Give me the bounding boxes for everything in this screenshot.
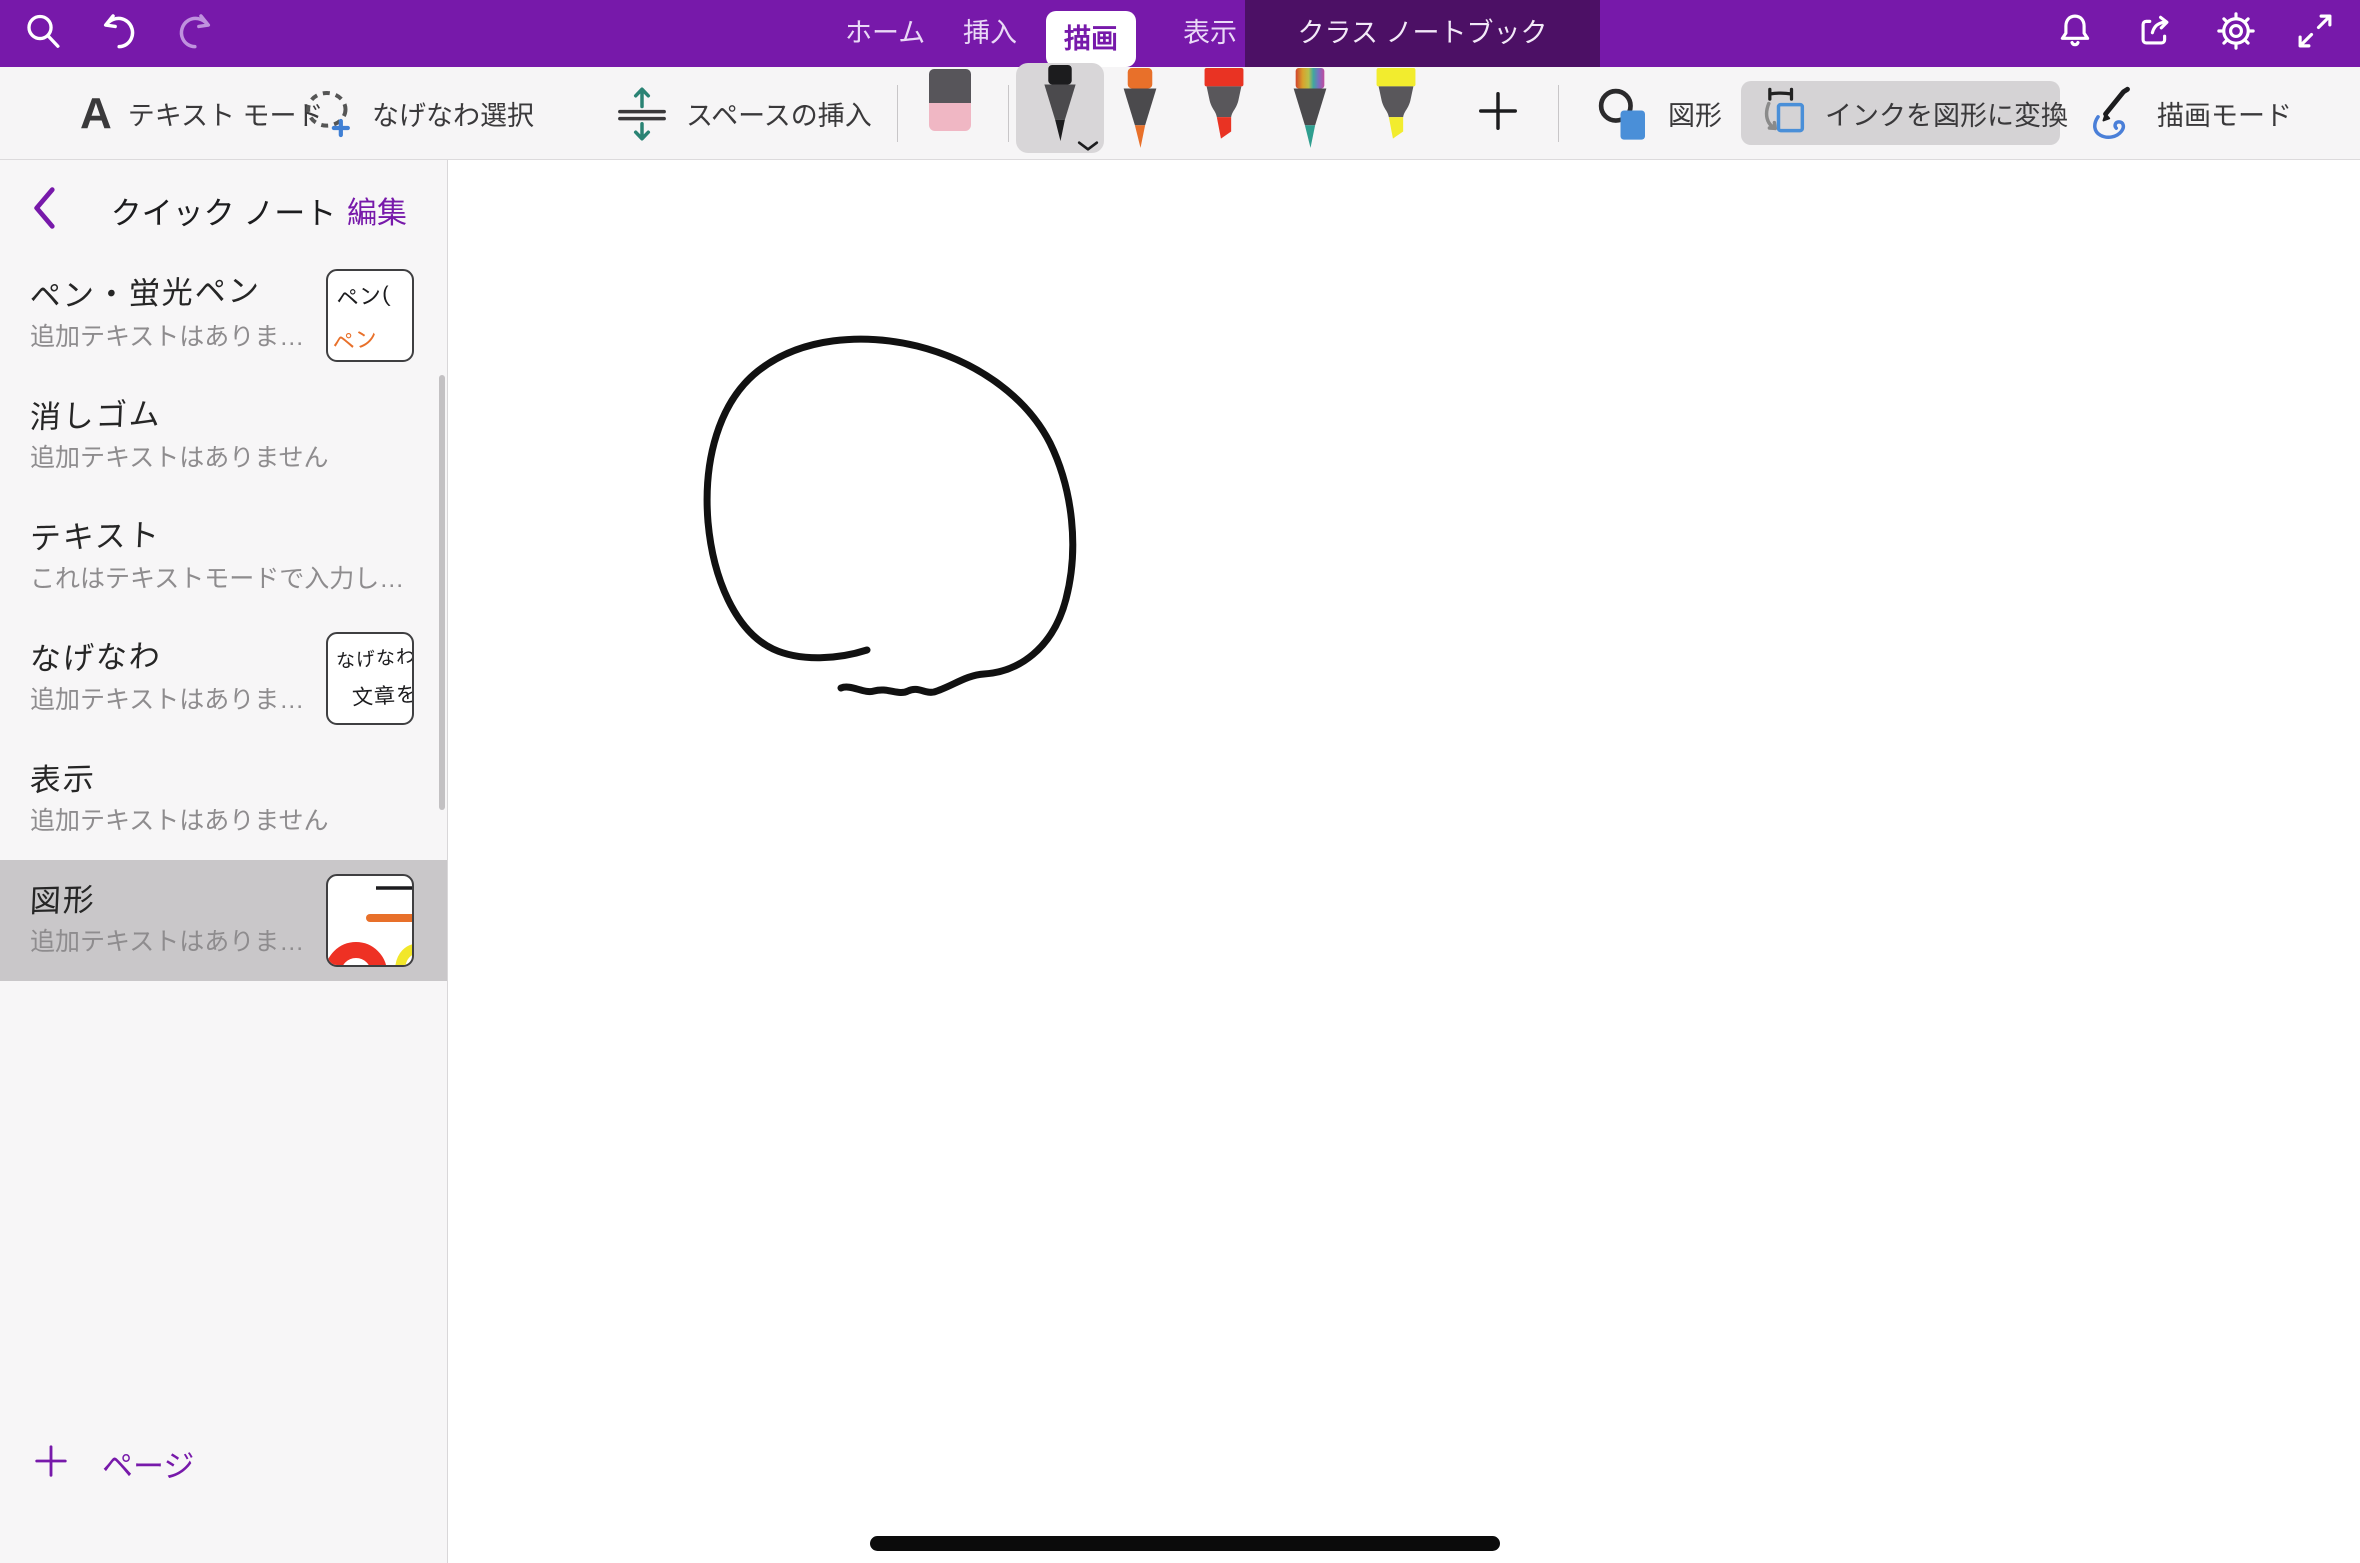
pen-rainbow[interactable] <box>1282 68 1338 156</box>
page-thumbnail: ペン( ペン <box>326 269 414 362</box>
lasso-icon <box>300 86 356 142</box>
search-icon <box>22 10 64 57</box>
eraser-tool[interactable] <box>929 69 971 131</box>
page-title: 表示 <box>29 753 97 800</box>
thumb-ink-text: ペン <box>330 320 380 358</box>
expand-icon <box>2294 10 2336 57</box>
page-item-pen-highlighter[interactable]: ペン・蛍光ペン 追加テキストはありま… ペン( ペン <box>0 255 447 376</box>
toolbar-separator <box>897 85 898 142</box>
page-title: 図形 <box>29 874 97 921</box>
note-canvas[interactable] <box>449 161 2360 1563</box>
page-title: ペン・蛍光ペン <box>29 265 262 316</box>
toolbar-separator <box>1008 85 1009 142</box>
page-thumbnail <box>326 874 414 967</box>
text-mode-button[interactable]: A テキスト モード <box>80 67 323 160</box>
page-title: なげなわ <box>29 631 163 680</box>
text-mode-label: テキスト モード <box>128 94 324 133</box>
sidebar-header: クイック ノート 編集 <box>0 160 447 255</box>
chevron-down-icon <box>1077 139 1099 151</box>
plus-icon <box>32 1442 70 1485</box>
page-thumbnail: なげなわ 文章を <box>326 632 414 725</box>
insert-space-button[interactable]: スペースの挿入 <box>614 67 872 160</box>
add-pen-button[interactable] <box>1468 67 1528 160</box>
shapes-label: 図形 <box>1668 94 1722 133</box>
draw-mode-icon <box>2085 86 2141 142</box>
eraser-body <box>929 103 971 131</box>
tab-home[interactable]: ホーム <box>845 0 925 67</box>
redo-button[interactable] <box>172 10 218 56</box>
convert-ink-label: インクを図形に変換 <box>1825 94 2068 133</box>
thumb-ink-text: ペン( <box>334 276 391 314</box>
page-list-sidebar: クイック ノート 編集 ペン・蛍光ペン 追加テキストはありま… ペン( ペン 消… <box>0 160 448 1563</box>
pen-black-selected[interactable] <box>1016 63 1104 153</box>
tab-draw-selected[interactable]: 描画 <box>1046 11 1136 67</box>
tab-class-notebook[interactable]: クラス ノートブック <box>1245 0 1600 67</box>
bell-icon <box>2054 10 2096 57</box>
shapes-icon <box>1596 86 1652 142</box>
toolbar-separator <box>1558 85 1559 142</box>
eraser-cap <box>929 69 971 103</box>
gear-icon <box>2215 10 2257 57</box>
page-item-eraser[interactable]: 消しゴム 追加テキストはありません <box>0 376 447 497</box>
page-item-lasso[interactable]: なげなわ 追加テキストはありま… なげなわ 文章を <box>0 618 447 739</box>
sidebar-scrollbar[interactable] <box>439 375 445 810</box>
draw-mode-label: 描画モード <box>2157 94 2292 133</box>
lasso-select-button[interactable]: なげなわ選択 <box>300 67 534 160</box>
ink-stroke-circle <box>707 339 1073 692</box>
page-subtitle: 追加テキストはありま… <box>30 680 304 716</box>
thumb-ink-text: なげなわ <box>335 641 414 674</box>
shapes-button[interactable]: 図形 <box>1596 67 1722 160</box>
plus-icon <box>1475 88 1521 139</box>
page-subtitle: 追加テキストはありま… <box>30 922 304 958</box>
text-mode-icon: A <box>80 92 112 136</box>
home-indicator[interactable] <box>870 1536 1500 1551</box>
page-subtitle: 追加テキストはありません <box>30 801 329 837</box>
lasso-label: なげなわ選択 <box>372 94 534 133</box>
search-button[interactable] <box>20 10 66 56</box>
add-page-button[interactable]: ページ <box>0 1433 194 1493</box>
page-item-view[interactable]: 表示 追加テキストはありません <box>0 739 447 860</box>
insert-space-icon <box>614 86 670 142</box>
page-subtitle: これはテキストモードで入力し… <box>30 559 404 595</box>
redo-icon <box>174 10 216 57</box>
share-icon <box>2134 10 2176 57</box>
convert-ink-icon <box>1759 84 1811 143</box>
add-page-label: ページ <box>102 1441 194 1486</box>
edit-button[interactable]: 編集 <box>347 188 407 232</box>
onenote-app: ホーム 挿入 描画 表示 クラス ノートブック <box>0 0 2360 1563</box>
insert-space-label: スペースの挿入 <box>686 94 872 133</box>
page-title: 消しゴム <box>29 389 163 438</box>
pen-icon <box>1033 65 1087 149</box>
page-item-text[interactable]: テキスト これはテキストモードで入力し… <box>0 497 447 618</box>
ink-layer <box>449 161 2360 1563</box>
undo-button[interactable] <box>96 10 142 56</box>
thumb-ink-text: 文章を <box>351 678 414 711</box>
notifications-button[interactable] <box>2052 10 2098 56</box>
page-subtitle: 追加テキストはありません <box>30 438 329 474</box>
tab-insert[interactable]: 挿入 <box>963 0 1017 67</box>
tab-view[interactable]: 表示 <box>1183 0 1237 67</box>
undo-icon <box>98 10 140 57</box>
highlighter-red[interactable] <box>1196 68 1252 156</box>
pen-orange[interactable] <box>1112 68 1168 156</box>
page-item-shapes-selected[interactable]: 図形 追加テキストはありま… <box>0 860 447 981</box>
fullscreen-button[interactable] <box>2292 10 2338 56</box>
highlighter-yellow[interactable] <box>1368 68 1424 156</box>
page-subtitle: 追加テキストはありま… <box>30 317 304 353</box>
page-title: テキスト <box>29 510 162 558</box>
convert-ink-button[interactable]: インクを図形に変換 <box>1741 81 2060 145</box>
draw-mode-button[interactable]: 描画モード <box>2085 67 2292 160</box>
draw-toolbar: A テキスト モード なげなわ選択 スペースの挿入 <box>0 67 2360 160</box>
settings-button[interactable] <box>2213 10 2259 56</box>
top-bar: ホーム 挿入 描画 表示 クラス ノートブック <box>0 0 2360 67</box>
share-button[interactable] <box>2132 10 2178 56</box>
